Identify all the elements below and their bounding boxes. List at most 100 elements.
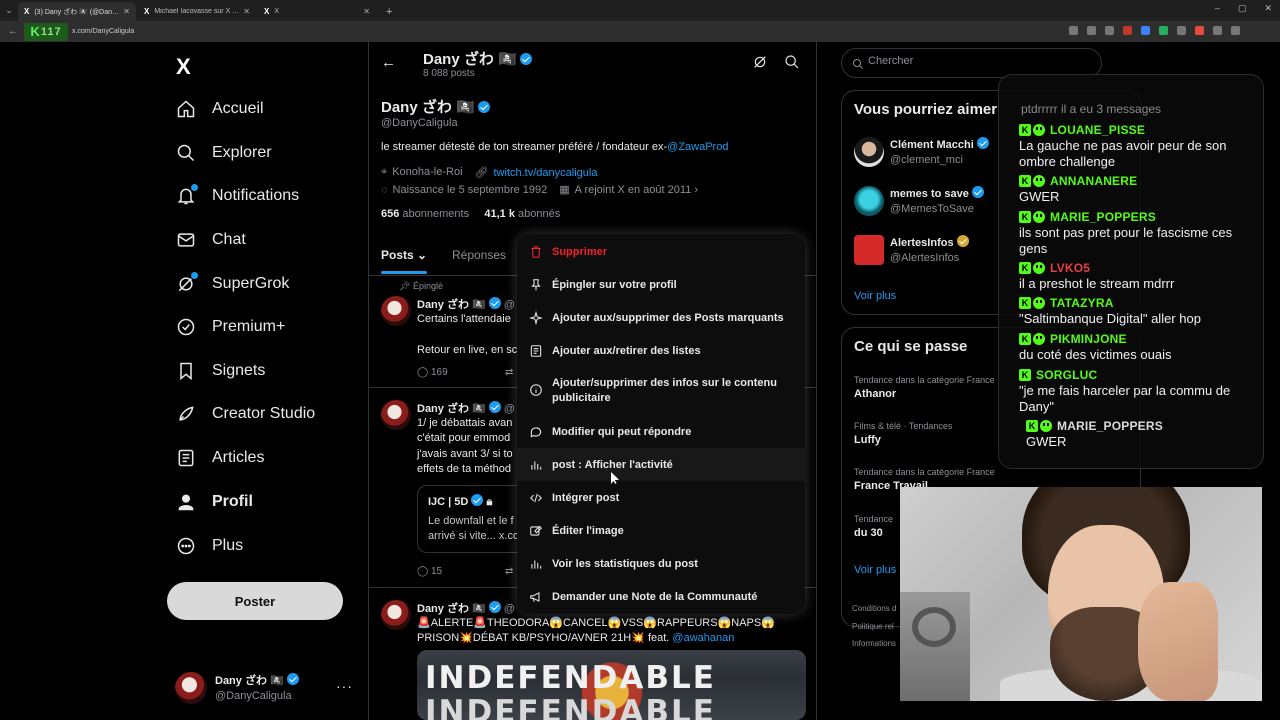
tweet-media-image[interactable]: INDEFENDABLE INDEFENDABLE bbox=[417, 650, 806, 720]
verified-gold-icon bbox=[956, 235, 969, 248]
search-input[interactable] bbox=[868, 55, 1088, 67]
trend-item[interactable]: Films & télé · Tendances Luffy bbox=[854, 420, 952, 448]
more-dots-icon[interactable]: ··· bbox=[336, 678, 353, 694]
trend-name: du 30 bbox=[854, 526, 883, 539]
new-tab-icon[interactable]: + bbox=[378, 6, 400, 21]
menu-item-lists[interactable]: Ajouter aux/retirer des listes bbox=[517, 334, 805, 367]
puzzle-icon[interactable] bbox=[1213, 26, 1222, 35]
notification-badge bbox=[190, 183, 199, 192]
footer-link[interactable]: Politique rel bbox=[852, 618, 896, 636]
search-icon[interactable] bbox=[784, 54, 800, 70]
footer-link[interactable]: Informations bbox=[852, 635, 896, 653]
nav-more[interactable]: Plus bbox=[175, 531, 243, 561]
menu-item-statistics[interactable]: Voir les statistiques du post bbox=[517, 547, 805, 580]
nav-premium[interactable]: Premium+ bbox=[175, 312, 285, 342]
nav-chat[interactable]: Chat bbox=[175, 225, 246, 255]
tab-posts[interactable]: Posts ⌄ bbox=[381, 248, 427, 262]
nav-explore[interactable]: Explorer bbox=[175, 138, 272, 168]
chevron-down-icon: ⌄ bbox=[417, 248, 428, 262]
website[interactable]: 🔗︎ twitch.tv/danycaligula bbox=[475, 166, 598, 179]
trends-see-more-link[interactable]: Voir plus bbox=[854, 564, 896, 576]
website-link[interactable]: twitch.tv/danycaligula bbox=[494, 167, 598, 179]
avatar bbox=[175, 672, 207, 704]
nav-label: Notifications bbox=[212, 187, 300, 204]
star-icon[interactable] bbox=[1105, 26, 1114, 35]
profile-icon[interactable] bbox=[1231, 26, 1240, 35]
menu-item-edit-image[interactable]: Éditer l'image bbox=[517, 514, 805, 547]
browser-tab-1[interactable]: X (3) Dany ざわ 🏴‍☠️ (@DanyCaligula... ✕ bbox=[18, 2, 136, 21]
trend-item[interactable]: Tendance dans la catégorie France Athanor bbox=[854, 374, 995, 402]
maximize-icon[interactable]: ▢ bbox=[1238, 3, 1247, 14]
avatar[interactable] bbox=[381, 296, 411, 326]
following-label: abonnements bbox=[402, 208, 470, 220]
reply-count[interactable]: ◯ 169 bbox=[417, 367, 448, 378]
grok-icon[interactable] bbox=[752, 54, 768, 70]
suggestion-item[interactable]: Clément Macchi @clement_mci bbox=[854, 137, 989, 167]
extension-icon[interactable] bbox=[1141, 26, 1150, 35]
tab-close-icon[interactable]: ✕ bbox=[123, 7, 130, 16]
tweet-handle: @ bbox=[503, 299, 515, 311]
balloon-icon: ◌ bbox=[381, 183, 388, 196]
extension-icon[interactable] bbox=[1177, 26, 1186, 35]
menu-item-ad-info[interactable]: Ajouter/supprimer des infos sur le conte… bbox=[517, 367, 805, 415]
browser-tab-3[interactable]: X X ✕ bbox=[258, 2, 376, 21]
nav-supergrok[interactable]: SuperGrok bbox=[175, 269, 289, 299]
joined-date[interactable]: ▦ A rejoint X en août 2011 › bbox=[559, 183, 698, 196]
tweet-mention-link[interactable]: @awahanan bbox=[672, 632, 734, 644]
extension-icon[interactable] bbox=[1195, 26, 1204, 35]
tab-close-icon[interactable]: ✕ bbox=[243, 7, 250, 16]
nav-creator-studio[interactable]: Creator Studio bbox=[175, 399, 315, 429]
following-link[interactable]: 656 abonnements bbox=[381, 208, 469, 220]
nav-bookmarks[interactable]: Signets bbox=[175, 356, 265, 386]
nav-notifications[interactable]: Notifications bbox=[175, 181, 299, 211]
avatar[interactable] bbox=[381, 400, 411, 430]
close-window-icon[interactable]: ✕ bbox=[1264, 3, 1272, 14]
address-bar[interactable]: x.com/DanyCaligula bbox=[72, 28, 134, 35]
back-arrow-icon[interactable]: ← bbox=[381, 54, 396, 71]
menu-item-label: Intégrer post bbox=[552, 492, 620, 504]
back-icon[interactable]: ← bbox=[8, 26, 18, 37]
nav-articles[interactable]: Articles bbox=[175, 443, 264, 473]
browser-tab-2[interactable]: X Michael Iacovasse sur X : "Le s... ✕ bbox=[138, 2, 256, 21]
nav-profile[interactable]: Profil bbox=[175, 487, 253, 517]
extension-icon[interactable] bbox=[1123, 26, 1132, 35]
tab-close-icon[interactable]: ✕ bbox=[363, 7, 370, 16]
kick-badge-icon: K bbox=[1019, 210, 1031, 223]
nav-home[interactable]: Accueil bbox=[175, 94, 264, 124]
avatar[interactable] bbox=[381, 600, 411, 630]
see-more-link[interactable]: Voir plus bbox=[854, 290, 896, 302]
reply-count[interactable]: ◯ 15 bbox=[417, 566, 442, 577]
post-button[interactable]: Poster bbox=[167, 582, 343, 620]
suggestions-title: Vous pourriez aimer bbox=[854, 101, 998, 118]
extension-icon[interactable] bbox=[1159, 26, 1168, 35]
repost-icon[interactable]: ⇄ bbox=[505, 367, 513, 378]
menu-item-embed[interactable]: Intégrer post bbox=[517, 481, 805, 514]
suggestion-item[interactable]: memes to save @MemesToSave bbox=[854, 186, 984, 216]
minimize-icon[interactable]: – bbox=[1215, 3, 1220, 14]
menu-item-community-note[interactable]: Demander une Note de la Communauté bbox=[517, 580, 805, 614]
chat-text: GWER bbox=[1026, 434, 1067, 449]
menu-item-pin[interactable]: Épingler sur votre profil bbox=[517, 268, 805, 301]
tab-search-icon[interactable]: ⌄ bbox=[0, 0, 18, 21]
footer-link[interactable]: Conditions d bbox=[852, 600, 896, 618]
menu-item-highlights[interactable]: Ajouter aux/supprimer des Posts marquant… bbox=[517, 301, 805, 334]
chat-text: du coté des victimes ouais bbox=[1019, 347, 1172, 362]
zoom-icon[interactable] bbox=[1087, 26, 1096, 35]
nav-label: Premium+ bbox=[212, 318, 286, 335]
menu-item-activity[interactable]: post : Afficher l'activité bbox=[517, 448, 805, 481]
repost-icon[interactable]: ⇄ bbox=[505, 566, 513, 577]
trend-item[interactable]: Tendance du 30 bbox=[854, 513, 893, 541]
tab-replies[interactable]: Réponses bbox=[452, 248, 506, 262]
suggestion-item[interactable]: AlertesInfos @AlertesInfos bbox=[854, 235, 969, 265]
trends-title: Ce qui se passe bbox=[854, 338, 968, 355]
bio-mention-link[interactable]: @ZawaProd bbox=[667, 141, 728, 153]
extension-icon[interactable] bbox=[1069, 26, 1078, 35]
menu-item-delete[interactable]: Supprimer bbox=[517, 234, 805, 268]
account-switcher[interactable]: Dany ざわ 🏴‍☠️ @DanyCaligula ··· bbox=[175, 668, 365, 708]
verified-icon bbox=[488, 401, 501, 413]
followers-link[interactable]: 41,1 k abonnés bbox=[484, 208, 560, 220]
trend-category: Films & télé · Tendances bbox=[854, 421, 953, 431]
x-logo-icon[interactable]: X bbox=[176, 54, 191, 80]
webcam-headset-prop bbox=[912, 607, 956, 647]
menu-item-who-can-reply[interactable]: Modifier qui peut répondre bbox=[517, 415, 805, 448]
